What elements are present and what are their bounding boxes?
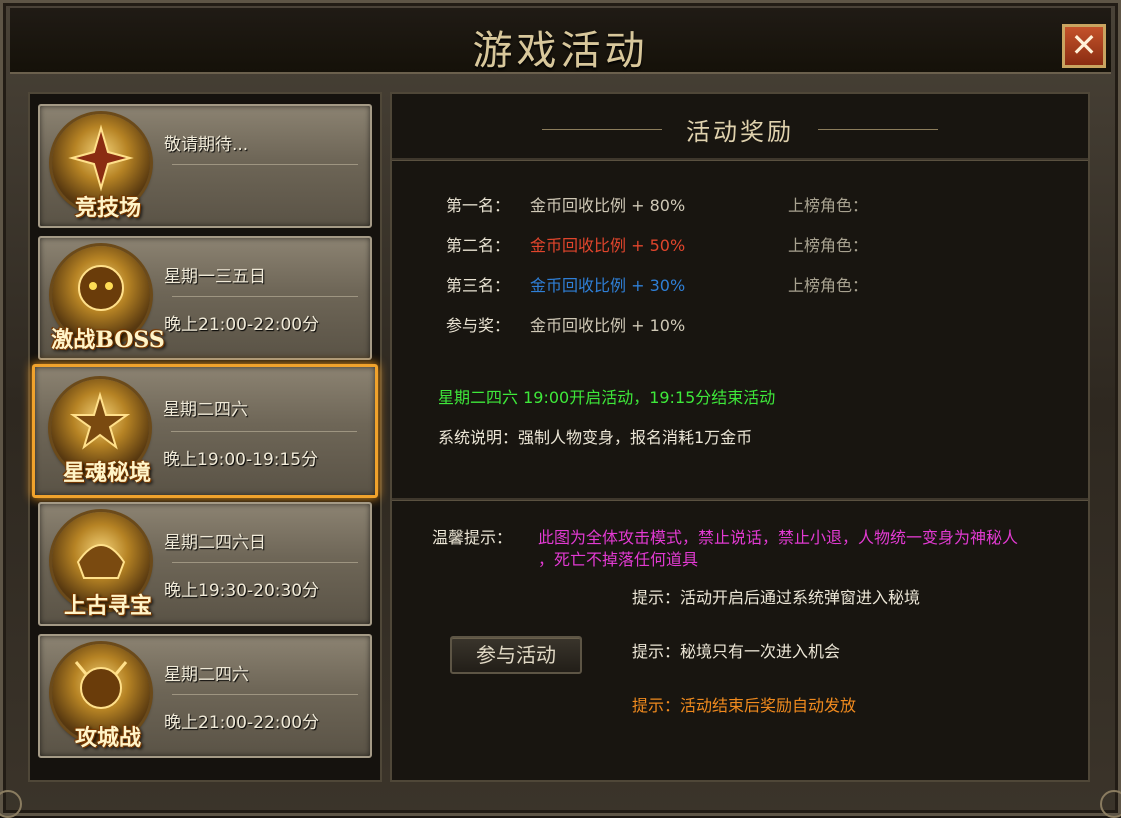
reward-rank: 第三名： [446,276,511,295]
ranked-role-label: 上榜角色： [788,196,869,215]
emblem-label: 竞技场 [74,195,141,221]
activity-line2: 晚上21:00-22:00分 [164,315,320,335]
treasure-emblem-icon: 上古寻宝 [52,512,152,619]
frame-ornament [1100,790,1121,818]
reward-rank: 参与奖： [446,316,511,335]
warm-tip-line1: 此图为全体攻击模式，禁止说话，禁止小退，人物统一变身为神秘人 [538,528,1019,547]
window-title: 游戏活动 [472,28,649,74]
emblem-label: 星魂秘境 [62,460,151,486]
activity-line1: 敬请期待... [164,135,249,155]
activity-line1: 星期一三五日 [164,267,266,287]
activity-line2: 晚上19:00-19:15分 [163,450,319,470]
activity-window: 游戏活动 ✕ 竞技场 敬请期待... 激战BOSS 星期一三五日 晚上21:00… [0,0,1121,818]
warm-tip-line2: ，死亡不掉落任何道具 [538,550,699,569]
activity-line1: 星期二四六 [163,400,248,420]
ranked-role-label: 上榜角色： [788,236,869,255]
divider [172,562,358,563]
activity-line2: 晚上19:30-20:30分 [164,581,320,601]
reward-value: 金币回收比例 + 30% [530,276,686,295]
activity-card-siege[interactable]: 攻城战 星期二四六 晚上21:00-22:00分 [38,634,372,758]
divider [392,498,1088,501]
close-button[interactable]: ✕ [1062,24,1106,68]
schedule-text: 星期二四六 19:00开启活动，19:15分结束活动 [438,388,776,407]
activity-card-boss[interactable]: 激战BOSS 星期一三五日 晚上21:00-22:00分 [38,236,372,360]
reward-value: 金币回收比例 + 50% [530,236,686,255]
tip-3: 提示：活动结束后奖励自动发放 [632,696,857,715]
emblem-label: 攻城战 [74,725,141,751]
reward-rank: 第一名： [446,196,511,215]
join-activity-button[interactable]: 参与活动 [450,636,582,674]
system-note: 系统说明：强制人物变身，报名消耗1万金币 [438,428,753,447]
emblem-label: 上古寻宝 [63,593,152,619]
activity-detail-panel: 活动奖励 第一名： 金币回收比例 + 80% 上榜角色： 第二名： 金币回收比例… [390,92,1090,782]
reward-value: 金币回收比例 + 80% [530,196,686,215]
activity-card-arena[interactable]: 竞技场 敬请期待... [38,104,372,228]
activity-line1: 星期二四六日 [164,533,266,553]
warm-tip-label: 温馨提示： [432,528,513,547]
title-bar: 游戏活动 ✕ [10,8,1111,74]
divider [171,431,357,432]
activity-line2: 晚上21:00-22:00分 [164,713,320,733]
activity-line1: 星期二四六 [164,665,249,685]
emblem-label: 激战BOSS [51,327,165,353]
rewards-heading: 活动奖励 [686,118,794,146]
arena-emblem-icon: 竞技场 [52,114,150,221]
tip-1: 提示：活动开启后通过系统弹窗进入秘境 [632,588,921,607]
activity-card-treasure[interactable]: 上古寻宝 星期二四六日 晚上19:30-20:30分 [38,502,372,626]
divider [172,296,358,297]
boss-emblem-icon: 激战BOSS [51,246,165,353]
activity-card-star-realm[interactable]: 星魂秘境 星期二四六 晚上19:00-19:15分 [32,364,378,498]
tip-2: 提示：秘境只有一次进入机会 [632,642,841,661]
divider [172,694,358,695]
star-realm-emblem-icon: 星魂秘境 [51,379,151,486]
divider [172,164,358,165]
reward-rank: 第二名： [446,236,511,255]
activity-list: 竞技场 敬请期待... 激战BOSS 星期一三五日 晚上21:00-22:00分… [28,92,382,782]
frame-ornament [0,790,22,818]
divider [392,158,1088,161]
reward-value: 金币回收比例 + 10% [530,316,686,335]
ranked-role-label: 上榜角色： [788,276,869,295]
siege-emblem-icon: 攻城战 [52,644,150,751]
